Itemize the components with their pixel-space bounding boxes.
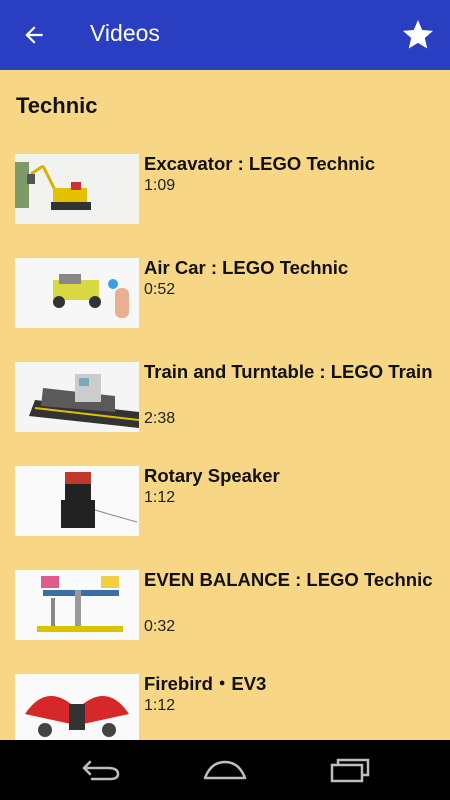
nav-recents-button[interactable] [305, 740, 395, 800]
video-item[interactable]: Firebird・EV3 1:12 [0, 673, 450, 740]
video-duration: 1:12 [144, 489, 176, 506]
train-thumbnail[interactable] [15, 362, 139, 432]
air-car-thumbnail[interactable] [15, 258, 139, 328]
video-item[interactable]: Rotary Speaker 1:12 [0, 465, 450, 570]
video-duration: 1:12 [144, 697, 176, 714]
star-icon [403, 20, 433, 49]
nav-back-button[interactable] [55, 740, 145, 800]
video-title: Train and Turntable : LEGO Train [144, 361, 433, 382]
video-title: EVEN BALANCE : LEGO Technic [144, 569, 433, 590]
arrow-back-icon [25, 26, 43, 44]
video-item[interactable]: EVEN BALANCE : LEGO Technic 0:32 [0, 569, 450, 674]
app-bar: Videos [0, 0, 450, 70]
favorite-button[interactable] [398, 15, 438, 55]
video-item[interactable]: Train and Turntable : LEGO Train 2:38 [0, 361, 450, 466]
video-title: Excavator : LEGO Technic [144, 153, 375, 174]
system-nav-bar [0, 740, 450, 800]
firebird-thumbnail[interactable] [15, 674, 139, 740]
balance-thumbnail[interactable] [15, 570, 139, 640]
nav-recents-icon [330, 758, 370, 783]
video-list[interactable]: Excavator : LEGO Technic 1:09 Air Car : … [0, 153, 450, 740]
video-duration: 0:52 [144, 281, 176, 298]
section-title: Technic [16, 93, 98, 118]
page-title: Videos [90, 20, 160, 46]
excavator-thumbnail[interactable] [15, 154, 139, 224]
nav-home-icon [203, 760, 247, 780]
nav-home-button[interactable] [180, 740, 270, 800]
video-duration: 2:38 [144, 410, 176, 427]
video-title: Rotary Speaker [144, 465, 280, 486]
video-title: Air Car : LEGO Technic [144, 257, 349, 278]
nav-back-icon [82, 760, 120, 781]
video-item[interactable]: Air Car : LEGO Technic 0:52 [0, 257, 450, 362]
video-duration: 1:09 [144, 177, 176, 194]
back-button[interactable] [14, 17, 54, 53]
video-item[interactable]: Excavator : LEGO Technic 1:09 [0, 153, 450, 258]
video-list-screen: Technic Excavator : LEGO Technic 1:09 Ai… [0, 70, 450, 740]
speaker-thumbnail[interactable] [15, 466, 139, 536]
video-duration: 0:32 [144, 618, 176, 635]
video-title: Firebird・EV3 [144, 673, 267, 694]
